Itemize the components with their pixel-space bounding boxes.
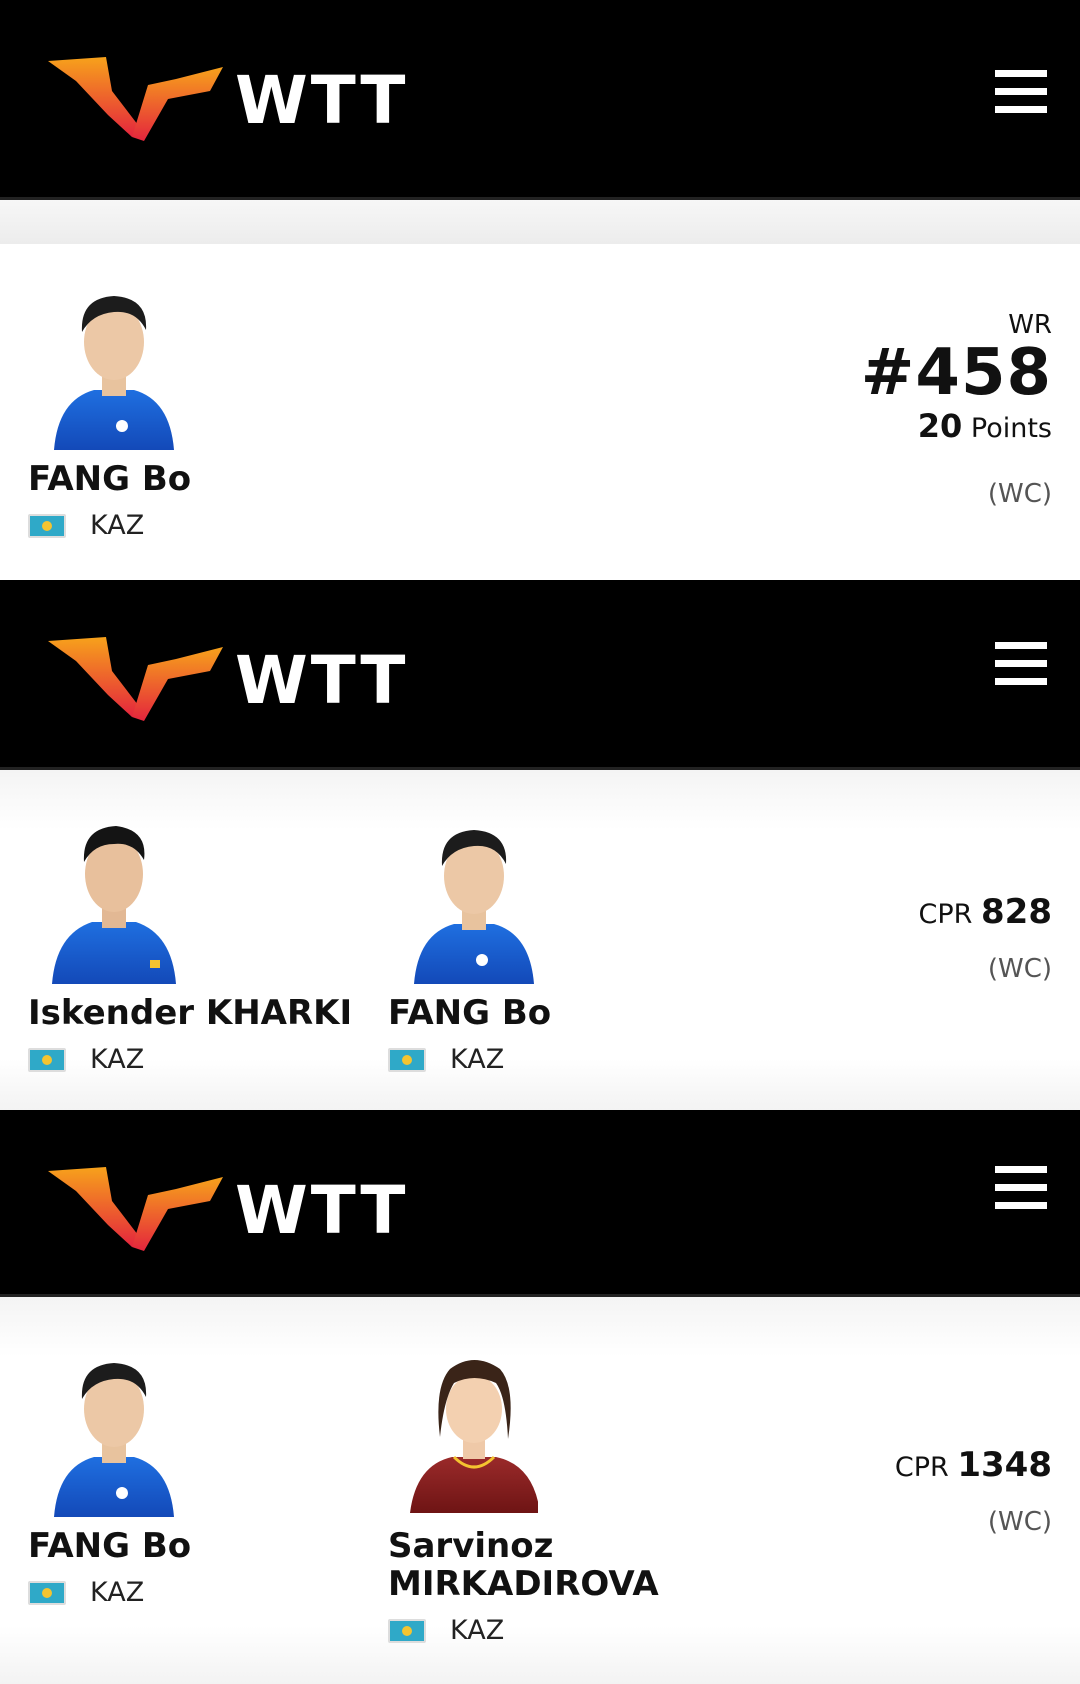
player-name[interactable]: FANG Bo <box>388 994 551 1032</box>
hamburger-menu-icon[interactable] <box>995 1166 1047 1214</box>
wr-value: #458 <box>860 336 1052 410</box>
kazakhstan-flag-icon <box>388 1047 426 1072</box>
ranking-block: CPR 828 (WC) <box>919 892 1052 984</box>
cpr-label: CPR <box>894 1452 949 1483</box>
cpr-label: CPR <box>918 899 973 930</box>
player[interactable]: Iskender KHARKI KAZ <box>28 814 352 1075</box>
player-name[interactable]: Sarvinoz MIRKADIROVA <box>388 1527 659 1603</box>
points-label: Points <box>970 413 1052 445</box>
wtt-logo-icon[interactable] <box>48 1165 223 1255</box>
site-header: WTT <box>0 0 1080 200</box>
wtt-logo-icon[interactable] <box>48 55 223 145</box>
divider-strip <box>0 200 1080 244</box>
ranking-block: CPR 1348 (WC) <box>895 1445 1052 1537</box>
player-photo <box>54 296 174 450</box>
cpr: CPR 1348 <box>895 1445 1052 1485</box>
player-name[interactable]: FANG Bo <box>28 1527 191 1565</box>
kazakhstan-flag-icon <box>28 513 66 538</box>
brand-wordmark[interactable]: WTT <box>235 648 408 714</box>
player[interactable]: FANG Bo KAZ <box>388 814 551 1075</box>
site-header: WTT <box>0 580 1080 770</box>
player-name[interactable]: FANG Bo <box>28 460 191 498</box>
country-code: KAZ <box>90 1044 145 1076</box>
player-name[interactable]: Iskender KHARKI <box>28 994 352 1032</box>
player-country: KAZ <box>28 510 191 541</box>
player-photo <box>54 1363 174 1517</box>
player-name-last: MIRKADIROVA <box>388 1564 659 1605</box>
cpr-value: 828 <box>981 892 1052 932</box>
player-name-first: Sarvinoz <box>388 1526 554 1566</box>
wc-tag: (WC) <box>987 479 1052 510</box>
hamburger-menu-icon[interactable] <box>995 642 1047 690</box>
brand-wordmark[interactable]: WTT <box>235 68 408 134</box>
ranking-block: WR #458 20 Points (WC) <box>861 310 1052 509</box>
player-country: KAZ <box>28 1577 191 1608</box>
cpr-value: 1348 <box>957 1445 1052 1485</box>
kazakhstan-flag-icon <box>28 1580 66 1605</box>
player-country: KAZ <box>28 1044 352 1075</box>
pair-card[interactable]: Iskender KHARKI KAZ FANG Bo KAZ CPR 828 … <box>0 770 1080 1110</box>
kazakhstan-flag-icon <box>28 1047 66 1072</box>
site-header: WTT <box>0 1110 1080 1297</box>
kazakhstan-flag-icon <box>388 1618 426 1643</box>
points-value: 20 <box>917 407 963 446</box>
player-country: KAZ <box>388 1044 551 1075</box>
player-photo <box>414 830 534 984</box>
player-photo <box>410 1360 540 1513</box>
player[interactable]: Sarvinoz MIRKADIROVA KAZ <box>388 1347 659 1646</box>
country-code: KAZ <box>450 1615 505 1647</box>
pair-card[interactable]: FANG Bo KAZ Sarvinoz MIRKADIROVA KAZ CPR … <box>0 1297 1080 1684</box>
country-code: KAZ <box>450 1044 505 1076</box>
wc-tag: (WC) <box>987 954 1052 984</box>
brand-wordmark[interactable]: WTT <box>235 1178 408 1244</box>
wc-tag: (WC) <box>987 1507 1052 1537</box>
player-photo <box>52 826 176 984</box>
player[interactable]: FANG Bo KAZ <box>28 1347 191 1608</box>
country-code: KAZ <box>90 510 145 542</box>
cpr: CPR 828 <box>919 892 1052 932</box>
hamburger-menu-icon[interactable] <box>995 70 1047 118</box>
points: 20 Points <box>861 407 1052 445</box>
country-code: KAZ <box>90 1577 145 1609</box>
player-card[interactable]: FANG Bo KAZ WR #458 20 Points (WC) <box>0 244 1080 580</box>
player-country: KAZ <box>388 1615 659 1646</box>
wtt-logo-icon[interactable] <box>48 635 223 725</box>
player[interactable]: FANG Bo KAZ <box>28 280 191 541</box>
